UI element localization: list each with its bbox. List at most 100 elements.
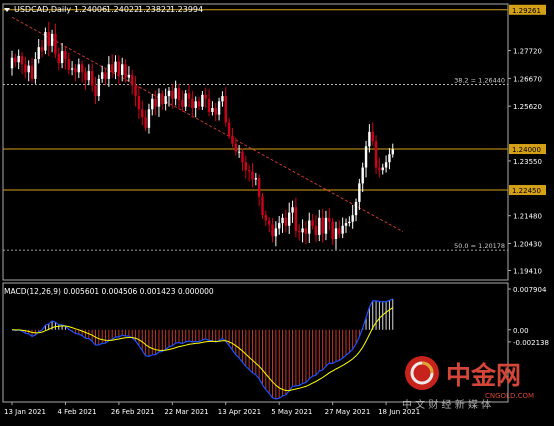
ohlc-open: 1.24006 xyxy=(74,5,107,14)
candle-body xyxy=(207,98,211,112)
candle-body xyxy=(294,207,298,232)
candle-body xyxy=(47,32,50,46)
candle-body xyxy=(261,196,264,216)
candle-body xyxy=(371,131,374,142)
y-tick-label: 1.27720 xyxy=(513,48,542,56)
candle-body xyxy=(391,149,394,155)
y-tick-label: 1.21480 xyxy=(513,213,542,221)
candle-body xyxy=(214,107,217,115)
candle-body xyxy=(134,85,137,97)
candle-body xyxy=(328,217,331,222)
x-tick-label: 22 Mar 2021 xyxy=(164,408,208,416)
macd-y-tick-label: 0.00 xyxy=(513,327,529,335)
candle-body xyxy=(154,98,157,107)
candle-body xyxy=(267,220,271,225)
candle-body xyxy=(117,61,121,75)
candle-body xyxy=(197,101,201,107)
candle-body xyxy=(137,96,141,110)
candle-body xyxy=(34,59,37,79)
candle-body xyxy=(321,217,324,234)
candle-body xyxy=(174,88,177,99)
candle-body xyxy=(161,93,164,105)
candle-body xyxy=(30,65,34,79)
candle-body xyxy=(368,131,371,147)
candle-body xyxy=(308,220,311,234)
candle-body xyxy=(127,74,131,78)
ohlc-close: 1.23994 xyxy=(170,5,203,14)
candle-body xyxy=(314,225,318,236)
candle-body xyxy=(141,109,144,118)
y-tick-label: 1.25620 xyxy=(513,103,542,111)
candle-body xyxy=(157,93,161,107)
candle-body xyxy=(241,151,244,163)
candle-body xyxy=(264,215,268,221)
price-label: 1.22450 xyxy=(512,187,541,195)
candle-body xyxy=(348,221,351,224)
candle-body xyxy=(104,72,107,79)
candle-body xyxy=(97,78,101,97)
candle-body xyxy=(77,64,80,73)
candle-body xyxy=(244,162,247,171)
candle-body xyxy=(358,183,361,202)
candle-body xyxy=(84,72,87,81)
candle-body xyxy=(201,94,204,107)
x-tick-label: 4 Feb 2021 xyxy=(57,408,96,416)
chart-header: USDCAD,Daily 1.24006 1.24022 1.23822 1.2… xyxy=(4,5,203,14)
chart-canvas: 38.2 = 1.26440 50.0 = 1.20178 1.29261 1.24… xyxy=(0,0,554,422)
candle-body xyxy=(274,228,278,237)
candle-body xyxy=(257,178,261,197)
candle-body xyxy=(111,64,114,73)
candle-body xyxy=(227,122,231,136)
candle-body xyxy=(90,70,94,86)
x-tick-label: 26 Feb 2021 xyxy=(111,408,155,416)
candle-body xyxy=(54,33,57,54)
price-label: 1.24000 xyxy=(512,146,541,154)
candle-body xyxy=(331,221,334,239)
candle-body xyxy=(40,47,44,51)
candle-body xyxy=(378,167,381,171)
candle-body xyxy=(181,100,184,107)
candle-body xyxy=(124,64,127,78)
candle-body xyxy=(388,154,391,163)
candle-body xyxy=(87,70,91,81)
candle-body xyxy=(131,74,134,86)
usdcad-daily-chart: 38.2 = 1.26440 50.0 = 1.20178 1.29261 1.24… xyxy=(0,0,554,422)
candle-body xyxy=(44,32,47,51)
candle-body xyxy=(338,228,341,234)
candle-body xyxy=(187,93,191,99)
candle-body xyxy=(147,109,151,128)
candle-body xyxy=(298,231,301,233)
candle-body xyxy=(237,151,241,153)
candle-body xyxy=(288,212,291,226)
candle-body xyxy=(341,225,344,234)
candle-body xyxy=(291,207,294,213)
candle-body xyxy=(121,64,124,75)
candle-body xyxy=(234,143,237,152)
candle-body xyxy=(164,96,167,105)
candle-body xyxy=(70,68,74,70)
watermark-brand: 中金网 xyxy=(446,361,521,390)
candle-body xyxy=(251,171,254,180)
candle-body xyxy=(151,98,154,110)
candle-body xyxy=(20,55,24,65)
candle-body xyxy=(381,167,384,171)
candle-body xyxy=(231,135,234,144)
candle-body xyxy=(64,51,67,60)
candle-body xyxy=(184,93,187,107)
candle-body xyxy=(114,61,117,73)
candle-body xyxy=(167,90,171,97)
candle-body xyxy=(211,107,214,112)
candle-body xyxy=(281,217,284,224)
candle-body xyxy=(94,85,97,97)
candle-body xyxy=(344,223,348,226)
candle-body xyxy=(194,101,197,108)
candle-body xyxy=(278,223,281,229)
y-tick-label: 1.19410 xyxy=(513,267,542,275)
candle-body xyxy=(107,64,111,79)
candle-body xyxy=(144,117,147,128)
candle-body xyxy=(50,33,54,46)
y-tick-label: 1.26670 xyxy=(513,75,542,83)
candle-body xyxy=(224,96,227,123)
y-tick-label: 1.23550 xyxy=(513,158,542,166)
candle-body xyxy=(304,228,308,234)
